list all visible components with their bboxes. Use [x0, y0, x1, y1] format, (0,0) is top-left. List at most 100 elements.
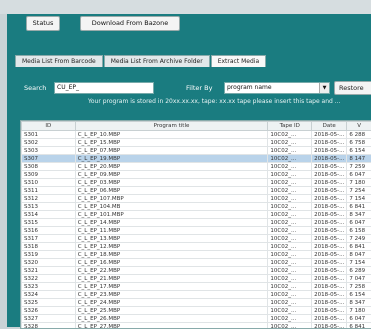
table-row[interactable]: S308C_L_EP_20.MBP10C02_...2018-05-...7 2…: [22, 163, 371, 171]
table-row[interactable]: S310C_L_EP_03.MBP10C02_...2018-05-...7 1…: [22, 179, 371, 187]
table-row[interactable]: S307C_L_EP_19.MBP10C02_...2018-05-...8 1…: [22, 155, 371, 163]
table-cell: 10C02_...: [268, 147, 312, 155]
table-cell: 6 288: [347, 131, 371, 139]
table-row[interactable]: S323C_L_EP_17.MBP10C02_...2018-05-...7 2…: [22, 283, 371, 291]
table-row[interactable]: S315C_L_EP_14.MBP10C02_...2018-05-...6 0…: [22, 219, 371, 227]
table-row[interactable]: S328C_L_EP_27.MBP10C02_...2018-05-...6 8…: [22, 323, 371, 329]
table-row[interactable]: S312C_L_EP_107.MBP10C02_...2018-05-...7 …: [22, 195, 371, 203]
restore-button[interactable]: Restore: [334, 81, 371, 95]
table-row[interactable]: S319C_L_EP_18.MBP10C02_...2018-05-...8 0…: [22, 251, 371, 259]
table-cell: S318: [22, 243, 76, 251]
table-cell: S312: [22, 195, 76, 203]
tab-bar: Media List From Barcode Media List From …: [15, 55, 267, 66]
table-cell: 6 047: [347, 219, 371, 227]
table-row[interactable]: S324C_L_EP_23.MBP10C02_...2018-05-...6 1…: [22, 291, 371, 299]
table-row[interactable]: S318C_L_EP_12.MBP10C02_...2018-05-...6 8…: [22, 243, 371, 251]
table-row[interactable]: S303C_L_EP_07.MBP10C02_...2018-05-...6 1…: [22, 147, 371, 155]
tab-extract-media[interactable]: Extract Media: [211, 55, 266, 67]
table-cell: 2018-05-...: [312, 283, 347, 291]
table-cell: 10C02_...: [268, 227, 312, 235]
tab-media-list-from-barcode[interactable]: Media List From Barcode: [15, 55, 103, 67]
table-cell: C_L_EP_16.MBP: [75, 259, 268, 267]
table-cell: 10C02_...: [268, 251, 312, 259]
table-cell: 2018-05-...: [312, 251, 347, 259]
table-cell: 10C02_...: [268, 259, 312, 267]
filter-select[interactable]: program name ▼: [224, 82, 330, 94]
table-cell: 10C02_...: [268, 307, 312, 315]
table-cell: C_L_EP_107.MBP: [75, 195, 268, 203]
table-cell: 7 180: [347, 307, 371, 315]
table-cell: 2018-05-...: [312, 187, 347, 195]
table-cell: 8 347: [347, 299, 371, 307]
table-row[interactable]: S325C_L_EP_24.MBP10C02_...2018-05-...8 3…: [22, 299, 371, 307]
table-cell: C_L_EP_07.MBP: [75, 147, 268, 155]
table-row[interactable]: S321C_L_EP_22.MBP10C02_...2018-05-...6 2…: [22, 267, 371, 275]
column-header-tape-id[interactable]: Tape ID: [268, 122, 312, 131]
table-cell: 10C02_...: [268, 139, 312, 147]
table-cell: 10C02_...: [268, 283, 312, 291]
table-cell: C_L_EP_12.MBP: [75, 243, 268, 251]
table-cell: 2018-05-...: [312, 315, 347, 323]
table-cell: C_L_EP_06.MBP: [75, 187, 268, 195]
table-cell: C_L_EP_15.MBP: [75, 139, 268, 147]
table-cell: S310: [22, 179, 76, 187]
column-header-v[interactable]: V: [347, 122, 371, 131]
table-cell: 7 180: [347, 179, 371, 187]
table-cell: C_L_EP_22.MBP: [75, 267, 268, 275]
filter-label: Filter By: [186, 84, 212, 92]
table-cell: 10C02_...: [268, 323, 312, 329]
table-row[interactable]: S326C_L_EP_25.MBP10C02_...2018-05-...7 1…: [22, 307, 371, 315]
search-input[interactable]: CU_EP_: [54, 82, 154, 94]
table-cell: C_L_EP_14.MBP: [75, 219, 268, 227]
table-cell: 8 047: [347, 251, 371, 259]
table-row[interactable]: S322C_L_EP_21.MBP10C02_...2018-05-...7 0…: [22, 275, 371, 283]
table-cell: 2018-05-...: [312, 171, 347, 179]
table-cell: 2018-05-...: [312, 291, 347, 299]
table-cell: S323: [22, 283, 76, 291]
table-row[interactable]: S327C_L_EP_26.MBP10C02_...2018-05-...6 0…: [22, 315, 371, 323]
table-cell: 2018-05-...: [312, 235, 347, 243]
table-header-row: ID Program title Tape ID Date V: [22, 122, 371, 131]
table-cell: 6 841: [347, 323, 371, 329]
table-row[interactable]: S301C_L_EP_10.MBP10C02_...2018-05-...6 2…: [22, 131, 371, 139]
table-cell: 7 154: [347, 259, 371, 267]
table-cell: 6 047: [347, 171, 371, 179]
table-cell: S315: [22, 219, 76, 227]
table-cell: C_L_EP_10.MBP: [75, 131, 268, 139]
table-cell: 10C02_...: [268, 179, 312, 187]
table-cell: S316: [22, 227, 76, 235]
table-cell: S321: [22, 267, 76, 275]
table-cell: 2018-05-...: [312, 211, 347, 219]
table-row[interactable]: S313C_L_EP_104.MB10C02_...2018-05-...6 8…: [22, 203, 371, 211]
table-cell: 10C02_...: [268, 155, 312, 163]
table-cell: S328: [22, 323, 76, 329]
table-row[interactable]: S317C_L_EP_13.MBP10C02_...2018-05-...7 2…: [22, 235, 371, 243]
column-header-program-title[interactable]: Program title: [75, 122, 268, 131]
chevron-down-icon[interactable]: ▼: [319, 83, 329, 93]
table-cell: C_L_EP_03.MBP: [75, 179, 268, 187]
table-cell: 2018-05-...: [312, 307, 347, 315]
column-header-date[interactable]: Date: [312, 122, 347, 131]
table-row[interactable]: S309C_L_EP_09.MBP10C02_...2018-05-...6 0…: [22, 171, 371, 179]
table-row[interactable]: S302C_L_EP_15.MBP10C02_...2018-05-...6 7…: [22, 139, 371, 147]
table-cell: 2018-05-...: [312, 147, 347, 155]
table-row[interactable]: S320C_L_EP_16.MBP10C02_...2018-05-...7 1…: [22, 259, 371, 267]
table-cell: S307: [22, 155, 76, 163]
table-cell: 2018-05-...: [312, 299, 347, 307]
column-header-id[interactable]: ID: [22, 122, 76, 131]
table-row[interactable]: S314C_L_EP_101.MBP10C02_...2018-05-...8 …: [22, 211, 371, 219]
table-cell: 10C02_...: [268, 171, 312, 179]
table-cell: C_L_EP_24.MBP: [75, 299, 268, 307]
download-from-bazone-button[interactable]: Download From Bazone: [80, 16, 180, 31]
table-cell: 2018-05-...: [312, 195, 347, 203]
table-row[interactable]: S311C_L_EP_06.MBP10C02_...2018-05-...7 2…: [22, 187, 371, 195]
status-button[interactable]: Status: [26, 16, 60, 31]
table-cell: C_L_EP_101.MBP: [75, 211, 268, 219]
table-cell: 6 154: [347, 291, 371, 299]
table-cell: S324: [22, 291, 76, 299]
tab-media-list-from-archive-folder[interactable]: Media List From Archive Folder: [104, 55, 210, 67]
table-cell: 2018-05-...: [312, 243, 347, 251]
table-cell: 10C02_...: [268, 211, 312, 219]
table-row[interactable]: S316C_L_EP_11.MBP10C02_...2018-05-...6 1…: [22, 227, 371, 235]
table-cell: 6 758: [347, 139, 371, 147]
